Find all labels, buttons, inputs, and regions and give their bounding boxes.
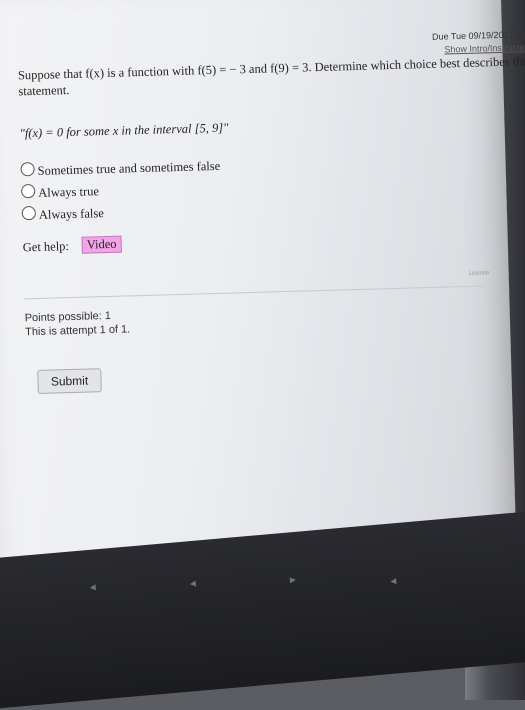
key-glyph: ▸ bbox=[289, 572, 297, 587]
separator bbox=[24, 285, 485, 300]
points-possible: Points possible: 1 bbox=[24, 309, 112, 325]
option-sometimes[interactable]: Sometimes true and sometimes false bbox=[20, 157, 220, 180]
radio-always-true[interactable] bbox=[21, 183, 36, 199]
license-link[interactable]: License bbox=[469, 270, 490, 277]
submit-button[interactable]: Submit bbox=[37, 368, 102, 394]
question-statement: "f(x) = 0 for some x in the interval [5,… bbox=[19, 120, 229, 141]
key-glyph: ◂ bbox=[189, 575, 197, 591]
get-help-label: Get help: bbox=[22, 239, 70, 255]
video-help-button[interactable]: Video bbox=[81, 235, 122, 254]
radio-always-false[interactable] bbox=[21, 205, 37, 221]
option-always-true[interactable]: Always true bbox=[21, 182, 99, 201]
option-label: Sometimes true and sometimes false bbox=[37, 158, 221, 178]
question-text-line1: Suppose that f(x) is a function with f(5… bbox=[17, 52, 525, 83]
option-always-false[interactable]: Always false bbox=[21, 204, 104, 223]
attempt-info: This is attempt 1 of 1. bbox=[24, 323, 131, 339]
radio-sometimes[interactable] bbox=[20, 161, 35, 177]
question-text-line2: statement. bbox=[18, 82, 70, 99]
key-glyph: ◂ bbox=[89, 579, 97, 594]
option-label: Always false bbox=[38, 206, 104, 222]
option-label: Always true bbox=[38, 184, 100, 200]
key-glyph: ◂ bbox=[389, 573, 397, 588]
